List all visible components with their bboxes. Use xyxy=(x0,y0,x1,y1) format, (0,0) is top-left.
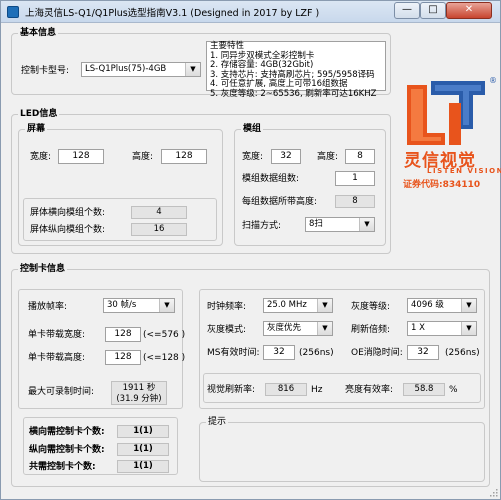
screen-height-input[interactable]: 128 xyxy=(161,149,207,164)
scan-select[interactable]: 8扫 ▼ xyxy=(305,217,375,232)
module-groups-label: 模组数据组数: xyxy=(242,174,300,184)
chevron-down-icon[interactable]: ▼ xyxy=(461,299,476,312)
title-bar: 上海灵信LS-Q1/Q1Plus选型指南V3.1 (Designed in 20… xyxy=(1,1,500,23)
basic-info-title: 基本信息 xyxy=(18,27,59,39)
brightness-label: 亮度有效率: xyxy=(345,385,394,395)
clock-select[interactable]: 25.0 MHz ▼ xyxy=(263,298,333,313)
h-modules-value: 4 xyxy=(131,206,187,219)
ms-input[interactable]: 32 xyxy=(263,345,295,360)
minimize-button[interactable]: — xyxy=(394,2,420,19)
load-width-label: 单卡带载宽度: xyxy=(28,330,86,340)
scan-select-value: 8扫 xyxy=(309,219,323,229)
height-per-group-value: 8 xyxy=(335,195,375,208)
module-width-label: 宽度: xyxy=(242,152,264,162)
gray-mode-value: 灰度优先 xyxy=(267,323,302,333)
main-window: 上海灵信LS-Q1/Q1Plus选型指南V3.1 (Designed in 20… xyxy=(0,0,501,500)
model-select[interactable]: LS-Q1Plus(75)-4GB ▼ xyxy=(81,62,201,77)
h-cards-label: 横向需控制卡个数: xyxy=(29,427,105,437)
total-cards-value: 1(1) xyxy=(117,460,169,473)
chevron-down-icon[interactable]: ▼ xyxy=(359,218,374,231)
resize-grip-icon[interactable] xyxy=(488,487,498,497)
screen-width-label: 宽度: xyxy=(30,152,52,162)
led-info-title: LED信息 xyxy=(18,108,60,120)
screen-width-input[interactable]: 128 xyxy=(58,149,104,164)
refresh-rate-value: 816 xyxy=(265,383,307,396)
v-cards-label: 纵向需控制卡个数: xyxy=(29,445,105,455)
frame-rate-label: 播放帧率: xyxy=(28,302,68,312)
total-cards-label: 共需控制卡个数: xyxy=(29,462,96,472)
model-select-value: LS-Q1Plus(75)-4GB xyxy=(85,64,167,74)
module-groups-input[interactable]: 1 xyxy=(335,171,375,186)
max-record-minutes: (31.9 分钟) xyxy=(116,393,162,404)
oe-unit: (256ns) xyxy=(445,348,480,358)
max-record-label: 最大可录制时间: xyxy=(28,387,95,397)
ms-unit: (256ns) xyxy=(299,348,334,358)
clock-value: 25.0 MHz xyxy=(267,300,307,310)
scan-label: 扫描方式: xyxy=(242,221,282,231)
chevron-down-icon[interactable]: ▼ xyxy=(317,299,332,312)
module-height-label: 高度: xyxy=(317,152,339,162)
load-height-note: (<=128 ) xyxy=(143,353,186,363)
chevron-down-icon[interactable]: ▼ xyxy=(159,299,174,312)
max-record-value: 1911 秒 (31.9 分钟) xyxy=(111,381,167,405)
brand-name-en: LISTEN VISION xyxy=(427,167,501,175)
module-title: 模组 xyxy=(241,123,264,135)
refresh-mult-value: 1 X xyxy=(411,323,425,333)
refresh-rate-unit: Hz xyxy=(311,385,323,395)
registered-mark: ® xyxy=(489,76,497,85)
screen-title: 屏幕 xyxy=(25,123,48,135)
features-line: 5. 灰度等级: 2~65536, 刷新率可达16KHZ xyxy=(210,88,377,99)
frame-rate-value: 30 帧/s xyxy=(107,300,137,310)
maximize-button[interactable]: □ xyxy=(420,2,446,19)
v-modules-label: 屏体纵向模组个数: xyxy=(30,225,106,235)
refresh-mult-label: 刷新倍频: xyxy=(351,325,391,335)
chevron-down-icon[interactable]: ▼ xyxy=(461,322,476,335)
max-record-seconds: 1911 秒 xyxy=(122,383,156,393)
h-cards-value: 1(1) xyxy=(117,425,169,438)
app-icon xyxy=(7,6,19,18)
hint-group: 提示 xyxy=(199,416,485,482)
chevron-down-icon[interactable]: ▼ xyxy=(317,322,332,335)
close-button[interactable]: ✕ xyxy=(446,2,492,19)
gray-mode-select[interactable]: 灰度优先 ▼ xyxy=(263,321,333,336)
window-title: 上海灵信LS-Q1/Q1Plus选型指南V3.1 (Designed in 20… xyxy=(25,8,320,19)
load-width-note: (<=576 ) xyxy=(143,330,186,340)
features-memo[interactable]: 主要特性 1. 同异步双模式全彩控制卡 2. 存储容量: 4GB(32Gbit)… xyxy=(206,41,386,98)
ms-label: MS有效时间: xyxy=(207,348,260,358)
height-per-group-label: 每组数据所带高度: xyxy=(242,197,318,207)
module-width-input[interactable]: 32 xyxy=(271,149,301,164)
gray-level-value: 4096 级 xyxy=(411,300,444,310)
hint-title: 提示 xyxy=(206,416,229,428)
gray-level-label: 灰度等级: xyxy=(351,302,391,312)
brightness-unit: % xyxy=(449,385,458,395)
load-width-input[interactable]: 128 xyxy=(105,327,141,342)
refresh-mult-select[interactable]: 1 X ▼ xyxy=(407,321,477,336)
v-cards-value: 1(1) xyxy=(117,443,169,456)
stock-code: 证券代码:834110 xyxy=(403,180,481,190)
gray-mode-label: 灰度模式: xyxy=(207,325,247,335)
module-height-input[interactable]: 8 xyxy=(345,149,375,164)
card-info-title: 控制卡信息 xyxy=(18,263,68,275)
gray-level-select[interactable]: 4096 级 ▼ xyxy=(407,298,477,313)
frame-rate-select[interactable]: 30 帧/s ▼ xyxy=(103,298,175,313)
oe-input[interactable]: 32 xyxy=(407,345,439,360)
load-height-label: 单卡带载高度: xyxy=(28,353,86,363)
model-label: 控制卡型号: xyxy=(21,66,70,76)
h-modules-label: 屏体横向模组个数: xyxy=(30,208,106,218)
chevron-down-icon[interactable]: ▼ xyxy=(185,63,200,76)
v-modules-value: 16 xyxy=(131,223,187,236)
load-height-input[interactable]: 128 xyxy=(105,350,141,365)
screen-height-label: 高度: xyxy=(132,152,154,162)
clock-label: 时钟频率: xyxy=(207,302,247,312)
oe-label: OE消隐时间: xyxy=(351,348,403,358)
refresh-rate-label: 视觉刷新率: xyxy=(207,385,256,395)
brightness-value: 58.8 xyxy=(403,383,445,396)
